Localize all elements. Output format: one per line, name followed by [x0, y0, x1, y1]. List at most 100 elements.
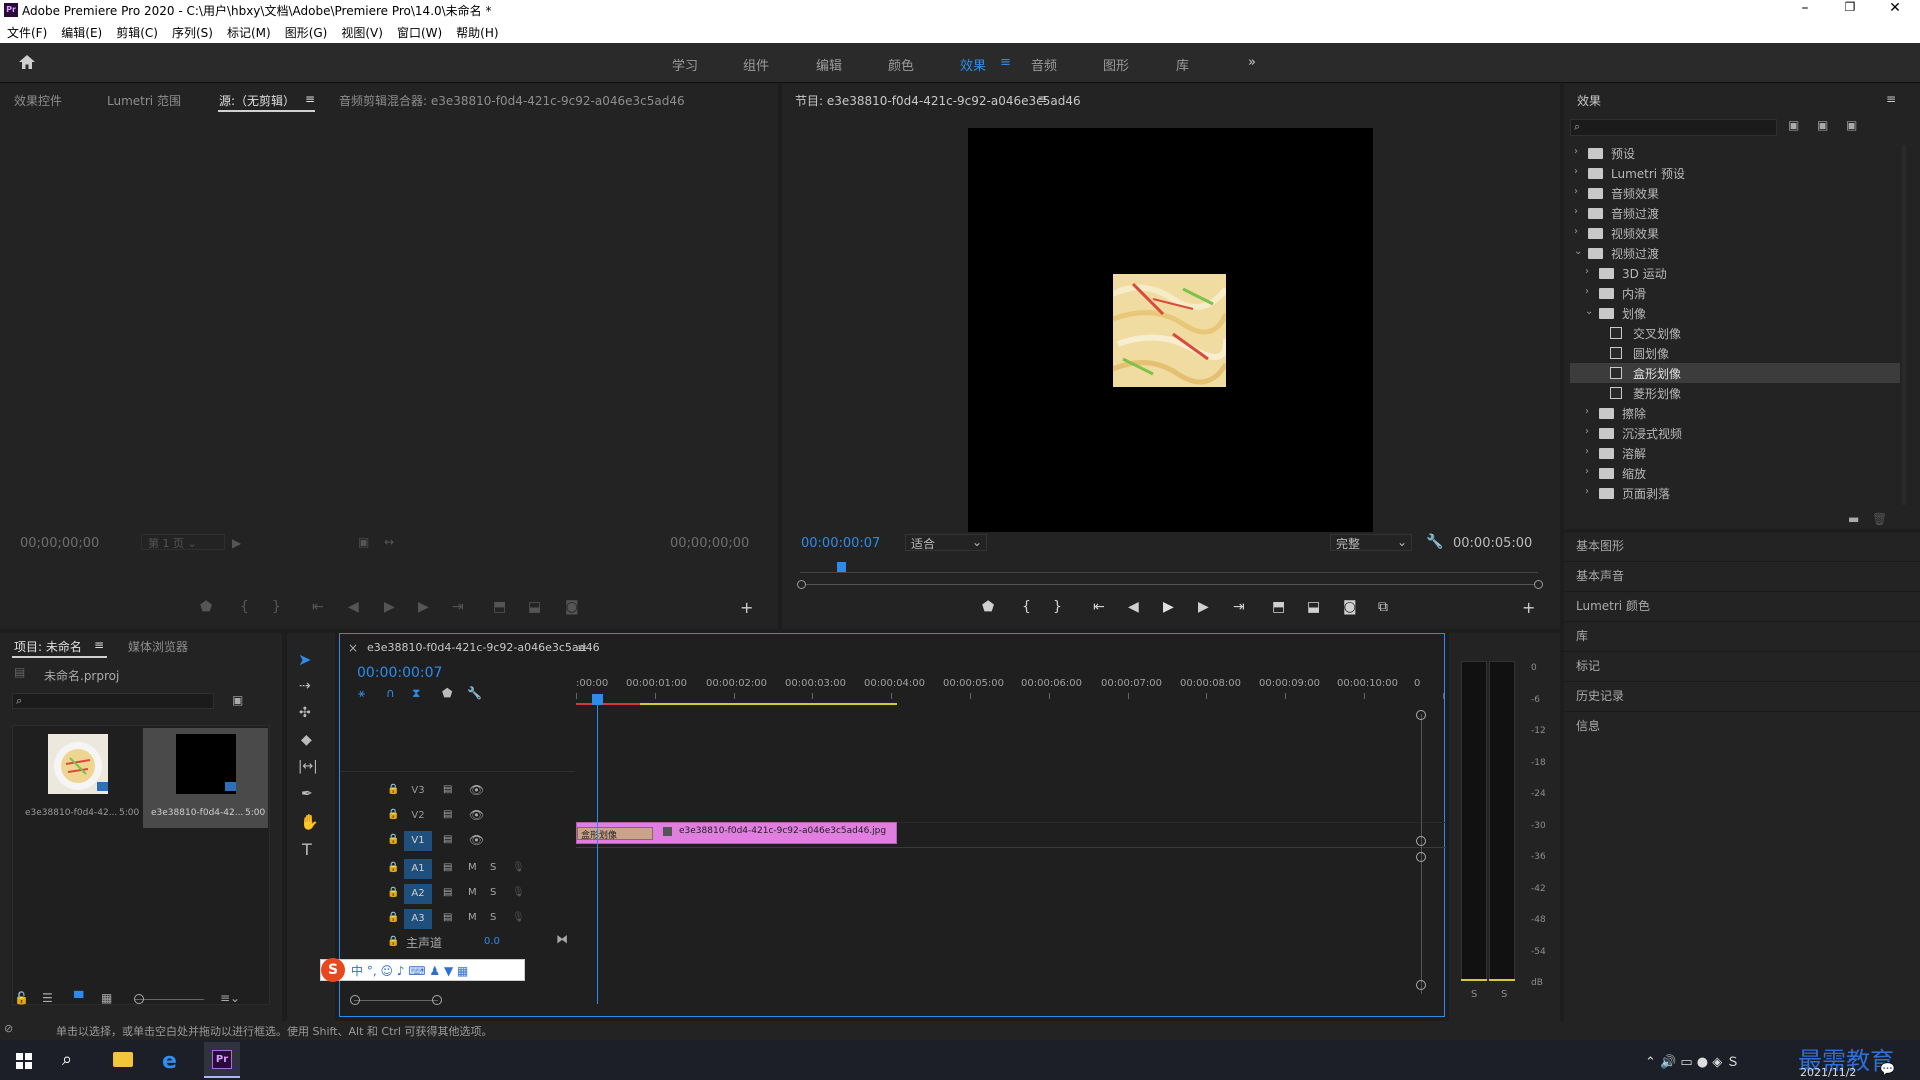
eye-icon[interactable]: 👁	[469, 783, 484, 797]
chevron-right-icon[interactable]: ›	[1574, 206, 1578, 217]
track-lock-icon[interactable]: 🔒	[387, 912, 399, 923]
add-button-icon[interactable]: +	[1522, 598, 1535, 617]
zoom-scroll-bar[interactable]	[806, 584, 1534, 585]
effects-tree-row[interactable]: › 音频过渡	[1570, 203, 1900, 223]
effects-tree-row[interactable]: › 页面剥落	[1570, 483, 1900, 503]
step-forward-icon[interactable]: ▶	[1198, 599, 1209, 615]
h-scroll-handle-right[interactable]	[432, 995, 442, 1005]
chevron-down-icon[interactable]: ⌄	[1574, 246, 1582, 257]
slip-tool-icon[interactable]: |↔|	[298, 759, 318, 774]
chevron-right-icon[interactable]: ›	[1574, 186, 1578, 197]
voiceover-mic-icon[interactable]: 🎙	[512, 862, 525, 873]
effects-tree-row[interactable]: › 音频效果	[1570, 183, 1900, 203]
mute-button[interactable]: M	[468, 887, 477, 898]
marker-icon[interactable]: ⬟	[200, 599, 212, 615]
camera-icon[interactable]: ◙	[565, 599, 579, 615]
solo-button[interactable]: S	[490, 912, 496, 923]
mute-button[interactable]: M	[468, 862, 477, 873]
menu-marker[interactable]: 标记(M)	[220, 21, 278, 41]
effects-tree-row[interactable]: › 缩放	[1570, 463, 1900, 483]
voiceover-mic-icon[interactable]: 🎙	[512, 887, 525, 898]
horizontal-scrollbar[interactable]	[354, 1000, 438, 1001]
mute-button[interactable]: M	[468, 912, 477, 923]
sync-lock-icon[interactable]: ▤	[443, 862, 452, 873]
eye-icon[interactable]: 👁	[469, 808, 484, 822]
timeline-settings-icon[interactable]: 🔧	[467, 686, 482, 700]
nest-icon[interactable]: ⚹	[358, 686, 365, 701]
effects-tree-row[interactable]: › 溶解	[1570, 443, 1900, 463]
effects-tree-row[interactable]: 菱形划像	[1570, 383, 1900, 403]
selection-tool-icon[interactable]: ➤	[298, 650, 320, 670]
minimize-button[interactable]: –	[1795, 0, 1815, 20]
more-workspaces-icon[interactable]: »	[1248, 55, 1256, 70]
ime-icons[interactable]: 中 °, ☺ ♪ ⌨ ♟ ▼ ▦	[351, 962, 468, 979]
solo-button[interactable]: S	[490, 862, 496, 873]
effects-tree-row[interactable]: 圆划像	[1570, 343, 1900, 363]
thumb-size-handle[interactable]	[134, 994, 144, 1004]
workspace-tab-assembly[interactable]: 组件	[743, 55, 769, 74]
insert-icon[interactable]: ⬒	[493, 599, 506, 615]
program-playhead[interactable]	[836, 562, 846, 572]
workspace-tab-effects[interactable]: 效果	[960, 55, 986, 74]
effects-tree-row[interactable]: ⌄ 视频过渡	[1570, 243, 1900, 263]
a-scroll-handle-bottom[interactable]	[1416, 980, 1426, 990]
menu-help[interactable]: 帮助(H)	[449, 21, 505, 41]
sync-lock-icon[interactable]: ▤	[443, 887, 452, 898]
snap-icon[interactable]: ∩	[386, 686, 395, 700]
ime-toolbar[interactable]: S 中 °, ☺ ♪ ⌨ ♟ ▼ ▦	[320, 958, 525, 982]
type-tool-icon[interactable]: T	[302, 840, 312, 859]
list-view-icon[interactable]: ☰	[42, 991, 53, 1005]
32bit-effects-icon[interactable]: ▣	[1817, 118, 1828, 132]
chevron-right-icon[interactable]: ›	[1585, 266, 1589, 277]
effects-tree-row[interactable]: › 沉浸式视频	[1570, 423, 1900, 443]
ripple-edit-tool-icon[interactable]: ✣	[299, 705, 311, 721]
go-to-in-icon[interactable]: ⇤	[1093, 599, 1105, 615]
track-target-button[interactable]: A1	[404, 859, 432, 879]
close-window-button[interactable]: ✕	[1885, 0, 1905, 20]
quality-select[interactable]: 完整 ⌄	[1330, 534, 1412, 551]
side-panel-item[interactable]: 基本图形	[1576, 537, 1624, 554]
tab-project[interactable]: 项目: 未命名	[14, 638, 82, 655]
effects-title[interactable]: 效果	[1577, 92, 1601, 109]
effects-tree-row[interactable]: › 擦除	[1570, 403, 1900, 423]
chevron-right-icon[interactable]: ›	[1585, 426, 1589, 437]
v-scroll-handle-mid[interactable]	[1416, 836, 1426, 846]
tab-effect-controls[interactable]: 效果控件	[14, 92, 62, 109]
sort-icon[interactable]: ≡⌄	[220, 991, 240, 1005]
effects-tree-row[interactable]: › 视频效果	[1570, 223, 1900, 243]
menu-window[interactable]: 窗口(W)	[390, 21, 449, 41]
timeline-playhead[interactable]	[592, 694, 603, 1004]
lift-icon[interactable]: ⬒	[1272, 599, 1285, 615]
mark-in-icon[interactable]: {	[240, 599, 249, 615]
restore-button[interactable]: ❐	[1840, 0, 1860, 20]
home-icon[interactable]	[18, 54, 36, 70]
notification-icon[interactable]: 💬	[1880, 1062, 1895, 1076]
menu-file[interactable]: 文件(F)	[0, 21, 54, 41]
track-lock-icon[interactable]: 🔒	[387, 834, 399, 845]
hand-tool-icon[interactable]: ✋	[300, 813, 319, 831]
workspace-tab-graphics[interactable]: 图形	[1103, 55, 1129, 74]
step-forward-icon[interactable]: ▶	[418, 599, 429, 615]
solo-button[interactable]: S	[490, 887, 496, 898]
chevron-right-icon[interactable]: ›	[1585, 406, 1589, 417]
project-menu-icon[interactable]: ≡	[94, 638, 104, 652]
wrench-icon[interactable]: 🔧	[1426, 534, 1443, 550]
menu-view[interactable]: 视图(V)	[334, 21, 390, 41]
settings-small-icon[interactable]: ▣	[358, 535, 369, 549]
tray-icons[interactable]: ⌃ 🔊 ▭ ● ◈ Ｓ	[1645, 1051, 1739, 1070]
media-item[interactable]: e3e38810-f0d4-42... 5:00	[15, 728, 140, 828]
go-to-end-icon[interactable]: ⧓	[556, 932, 568, 946]
play-arrow-icon[interactable]: ▶	[232, 536, 241, 550]
chevron-right-icon[interactable]: ›	[1585, 466, 1589, 477]
sync-lock-icon[interactable]: ▤	[443, 809, 452, 820]
razor-tool-icon[interactable]: ◆	[301, 732, 312, 748]
sync-lock-icon[interactable]: ▤	[443, 784, 452, 795]
add-button-icon[interactable]: +	[740, 598, 753, 617]
track-select-tool-icon[interactable]: ⇢	[299, 678, 311, 694]
master-lock-icon[interactable]: 🔒	[387, 936, 399, 947]
linked-selection-icon[interactable]: ⧗	[412, 686, 420, 701]
chevron-right-icon[interactable]: ›	[1574, 226, 1578, 237]
effects-tree-row[interactable]: ⌄ 划像	[1570, 303, 1900, 323]
pen-tool-icon[interactable]: ✒	[301, 786, 313, 802]
zoom-handle-left[interactable]	[797, 580, 806, 589]
